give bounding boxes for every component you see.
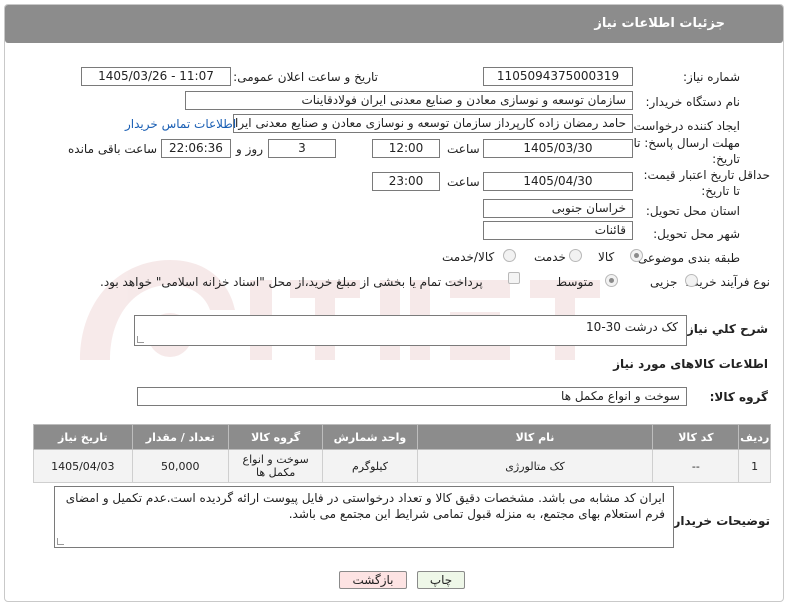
treasury-payment-note: پرداخت تمام یا بخشی از مبلغ خرید،از محل … bbox=[100, 275, 483, 289]
cell-qty: 50,000 bbox=[131, 449, 229, 483]
process-option-minor: جزیی bbox=[650, 275, 678, 289]
buyer-org-label: نام دستگاه خریدار: bbox=[645, 95, 741, 109]
description-textarea[interactable]: کک درشت 30-10 bbox=[134, 315, 687, 346]
city-field: قائنات bbox=[483, 221, 633, 240]
goods-group-field: سوخت و انواع مکمل ها bbox=[137, 387, 687, 406]
category-option-goods-service: کالا/خدمت bbox=[442, 250, 495, 264]
process-radio-minor[interactable] bbox=[685, 274, 698, 287]
buyer-notes-label: توضیحات خریدار: bbox=[668, 514, 770, 528]
resize-grip-icon[interactable] bbox=[137, 336, 144, 343]
cell-group: سوخت و انواع مکمل ها bbox=[227, 449, 324, 483]
goods-table-header: ردیف کد کالا نام کالا واحد شمارش گروه کا… bbox=[33, 424, 771, 450]
process-option-medium: متوسط bbox=[556, 275, 594, 289]
table-row: 1 -- کک متالورژی کیلوگرم سوخت و انواع مک… bbox=[33, 449, 771, 483]
process-radio-medium[interactable] bbox=[605, 274, 618, 287]
price-date-field: 1405/04/30 bbox=[483, 172, 633, 191]
description-label: شرح کلي نياز: bbox=[682, 322, 768, 336]
remaining-time-field: 22:06:36 bbox=[161, 139, 231, 158]
days-label: روز و bbox=[236, 142, 263, 156]
col-code: کد کالا bbox=[652, 424, 740, 450]
cell-date: 1405/04/03 bbox=[33, 449, 133, 483]
category-radio-goods-service[interactable] bbox=[503, 249, 516, 262]
province-label: استان محل تحویل: bbox=[645, 204, 740, 218]
category-option-service: خدمت bbox=[534, 250, 566, 264]
buyer-notes-text: ایران کد مشابه می باشد. مشخصات دقیق کالا… bbox=[65, 491, 665, 521]
goods-group-label: گروه کالا: bbox=[709, 390, 768, 404]
price-validity-label-date: تا تاریخ: bbox=[701, 184, 740, 198]
requester-label: ایجاد کننده درخواست: bbox=[629, 119, 740, 133]
col-unit: واحد شمارش bbox=[322, 424, 418, 450]
goods-table: ردیف کد کالا نام کالا واحد شمارش گروه کا… bbox=[33, 424, 771, 483]
goods-section-title: اطلاعات کالاهای مورد نیاز bbox=[613, 357, 768, 371]
cell-row: 1 bbox=[738, 449, 771, 483]
category-radio-service[interactable] bbox=[569, 249, 582, 262]
province-field: خراسان جنوبی bbox=[483, 199, 633, 218]
deadline-label-date: تاریخ: bbox=[712, 152, 740, 166]
cell-unit: کیلوگرم bbox=[322, 449, 418, 483]
deadline-label: مهلت ارسال پاسخ: تا bbox=[633, 136, 740, 150]
description-text: کک درشت 30-10 bbox=[586, 320, 678, 334]
category-label: طبقه بندی موضوعی: bbox=[633, 251, 740, 265]
price-time-label: ساعت bbox=[447, 175, 480, 189]
need-number-label: شماره نیاز: bbox=[683, 70, 740, 84]
print-button[interactable]: چاپ bbox=[417, 571, 465, 589]
days-field: 3 bbox=[268, 139, 336, 158]
col-name: نام کالا bbox=[416, 424, 654, 450]
price-validity-label: حداقل تاریخ اعتبار قیمت: bbox=[643, 168, 770, 182]
price-time-field: 23:00 bbox=[372, 172, 440, 191]
page-title: جزئیات اطلاعات نیاز bbox=[594, 16, 725, 31]
need-number-field: 1105094375000319 bbox=[483, 67, 633, 86]
header-bar: جزئیات اطلاعات نیاز bbox=[5, 5, 783, 43]
announce-label: تاریخ و ساعت اعلان عمومی: bbox=[233, 70, 378, 84]
col-date: تاریخ نیاز bbox=[33, 424, 133, 450]
col-group: گروه کالا bbox=[227, 424, 324, 450]
buyer-org-field: سازمان توسعه و نوسازی معادن و صنایع معدن… bbox=[185, 91, 633, 110]
deadline-time-field: 12:00 bbox=[372, 139, 440, 158]
treasury-payment-checkbox[interactable] bbox=[508, 272, 520, 284]
col-qty: تعداد / مقدار bbox=[131, 424, 229, 450]
requester-field: حامد رمضان زاده کارپرداز سازمان توسعه و … bbox=[233, 114, 633, 133]
category-option-goods: کالا bbox=[598, 250, 615, 264]
resize-grip-icon[interactable] bbox=[57, 538, 64, 545]
back-button[interactable]: بازگشت bbox=[339, 571, 407, 589]
col-row: ردیف bbox=[738, 424, 771, 450]
buyer-contact-link[interactable]: اطلاعات تماس خریدار bbox=[125, 117, 236, 131]
cell-code: -- bbox=[652, 449, 740, 483]
city-label: شهر محل تحویل: bbox=[653, 227, 740, 241]
cell-name: کک متالورژی bbox=[416, 449, 654, 483]
process-label: نوع فرآیند خرید : bbox=[685, 275, 770, 289]
category-radio-goods[interactable] bbox=[630, 249, 643, 262]
remaining-label: ساعت باقی مانده bbox=[68, 142, 158, 156]
deadline-time-label: ساعت bbox=[447, 142, 480, 156]
buyer-notes-textarea[interactable]: ایران کد مشابه می باشد. مشخصات دقیق کالا… bbox=[54, 486, 674, 548]
deadline-date-field: 1405/03/30 bbox=[483, 139, 633, 158]
announce-field: 1405/03/26 - 11:07 bbox=[81, 67, 231, 86]
